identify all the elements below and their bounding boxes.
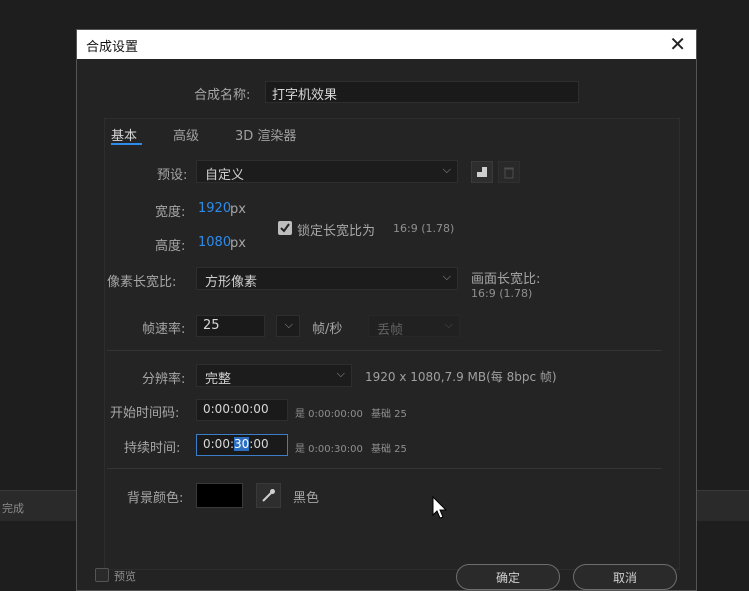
height-label: 高度: <box>155 239 186 254</box>
background-status-label: 完成 <box>2 502 24 515</box>
start-timecode-base: 基础 25 <box>371 409 407 420</box>
start-timecode-value: 0:00:00:00 <box>203 402 269 416</box>
section-divider <box>107 468 662 469</box>
bg-color-label: 背景颜色: <box>127 491 184 506</box>
tab-3d-renderer[interactable]: 3D 渲染器 <box>235 125 296 144</box>
checkmark-icon <box>280 223 290 233</box>
lock-aspect-checkbox[interactable] <box>278 221 292 235</box>
dialog-title: 合成设置 <box>86 40 139 55</box>
pixel-aspect-value: 方形像素 <box>205 275 258 290</box>
duration-label: 持续时间: <box>124 441 181 456</box>
cancel-button[interactable]: 取消 <box>573 564 677 590</box>
resolution-info: 1920 x 1080,7.9 MB(每 8bpc 帧) <box>365 370 557 384</box>
active-tab-indicator <box>111 143 142 145</box>
chevron-down-icon: ⌵ <box>444 318 453 331</box>
pixel-aspect-label: 像素长宽比: <box>107 275 177 290</box>
frame-rate-value: 25 <box>203 318 220 333</box>
section-divider <box>107 350 662 351</box>
save-preset-button[interactable] <box>471 161 493 183</box>
duration-input[interactable]: 0:00:30:00 <box>196 434 288 456</box>
frame-aspect-value: 16:9 (1.78) <box>471 287 533 300</box>
close-icon[interactable]: ✕ <box>669 32 686 56</box>
width-label: 宽度: <box>155 205 186 220</box>
height-unit: px <box>230 236 246 251</box>
drop-frame-dropdown[interactable]: 丢帧 ⌵ <box>368 315 460 338</box>
pixel-aspect-dropdown[interactable]: 方形像素 ⌵ <box>196 267 458 290</box>
chevron-down-icon: ⌵ <box>442 163 451 176</box>
chevron-down-icon: ⌵ <box>442 270 451 283</box>
preview-label: 预览 <box>114 570 136 583</box>
resolution-dropdown[interactable]: 完整 ⌵ <box>196 364 352 387</box>
preset-label: 预设: <box>157 168 188 183</box>
duration-info: 是 0:00:30:00 <box>295 444 363 455</box>
eyedropper-icon <box>262 489 275 502</box>
trash-icon <box>504 167 514 179</box>
bg-color-name: 黑色 <box>293 491 320 506</box>
composition-settings-dialog: 合成设置 ✕ 合成名称: 打字机效果 基本 高级 3D 渲染器 预设: 自定义 … <box>76 29 697 591</box>
drop-frame-value: 丢帧 <box>377 323 404 338</box>
delete-preset-button[interactable] <box>498 161 520 183</box>
eyedropper-button[interactable] <box>256 483 281 508</box>
settings-panel <box>104 118 680 570</box>
start-timecode-input[interactable]: 0:00:00:00 <box>196 399 288 421</box>
ok-button[interactable]: 确定 <box>456 564 560 590</box>
lock-aspect-ratio: 16:9 (1.78) <box>393 222 455 235</box>
mouse-cursor-icon <box>432 496 448 519</box>
bg-color-swatch[interactable] <box>196 483 243 508</box>
frame-rate-unit: 帧/秒 <box>312 322 343 337</box>
resolution-label: 分辨率: <box>142 372 186 387</box>
resolution-value: 完整 <box>205 372 232 387</box>
width-unit: px <box>230 202 246 217</box>
frame-rate-label: 帧速率: <box>142 322 186 337</box>
comp-name-value: 打字机效果 <box>272 88 338 103</box>
frame-rate-input[interactable]: 25 <box>196 315 265 337</box>
comp-name-input[interactable]: 打字机效果 <box>265 81 579 103</box>
width-value[interactable]: 1920 <box>198 201 231 216</box>
preview-checkbox[interactable] <box>95 568 109 582</box>
start-timecode-info: 是 0:00:00:00 <box>295 409 363 420</box>
duration-suffix: :00 <box>249 437 269 451</box>
duration-prefix: 0:00: <box>203 437 234 451</box>
frame-aspect-label: 画面长宽比: <box>471 272 541 287</box>
frame-rate-dropdown[interactable]: ⌵ <box>276 315 300 337</box>
lock-aspect-label: 锁定长宽比为 <box>297 224 376 239</box>
tab-basic[interactable]: 基本 <box>111 125 137 144</box>
duration-base: 基础 25 <box>371 444 407 455</box>
save-preset-icon <box>477 167 487 177</box>
tab-advanced[interactable]: 高级 <box>173 125 199 144</box>
preset-value: 自定义 <box>205 168 245 183</box>
chevron-down-icon: ⌵ <box>284 318 293 331</box>
chevron-down-icon: ⌵ <box>336 367 345 380</box>
dialog-titlebar: 合成设置 ✕ <box>77 30 696 59</box>
start-timecode-label: 开始时间码: <box>110 406 180 421</box>
preset-dropdown[interactable]: 自定义 ⌵ <box>196 160 458 183</box>
comp-name-label: 合成名称: <box>194 88 251 103</box>
duration-selected-text: 30 <box>234 437 250 451</box>
height-value[interactable]: 1080 <box>198 235 231 250</box>
